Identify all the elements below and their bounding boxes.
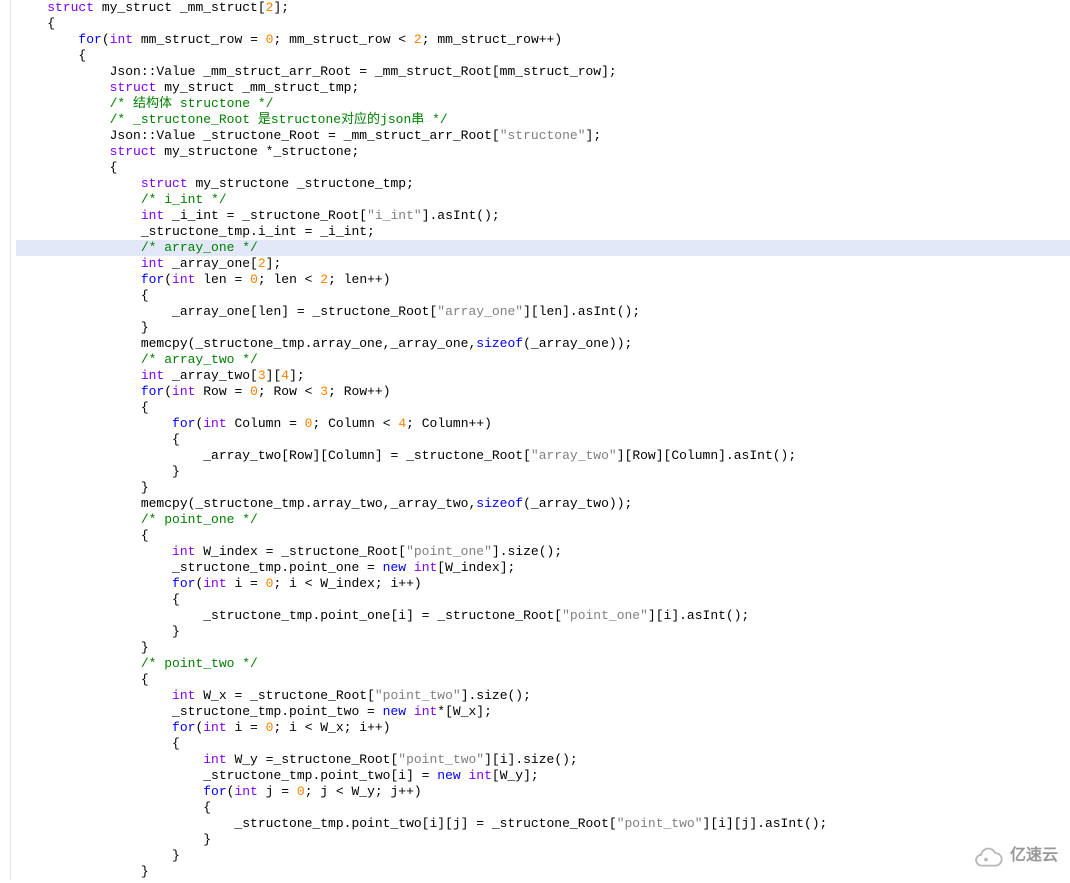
- code-line[interactable]: }: [16, 320, 1070, 336]
- code-line[interactable]: /* _structone_Root 是structone对应的json串 */: [16, 112, 1070, 128]
- code-line[interactable]: }: [16, 864, 1070, 880]
- code-line[interactable]: _structone_tmp.point_two = new int*[W_x]…: [16, 704, 1070, 720]
- code-line[interactable]: {: [16, 400, 1070, 416]
- code-line[interactable]: int W_index = _structone_Root["point_one…: [16, 544, 1070, 560]
- code-line[interactable]: }: [16, 464, 1070, 480]
- code-line[interactable]: /* array_one */: [16, 240, 1070, 256]
- code-line[interactable]: _structone_tmp.i_int = _i_int;: [16, 224, 1070, 240]
- code-line[interactable]: {: [16, 432, 1070, 448]
- code-line[interactable]: _array_one[len] = _structone_Root["array…: [16, 304, 1070, 320]
- code-editor[interactable]: struct my_struct _mm_struct[2]; { for(in…: [0, 0, 1070, 880]
- code-line[interactable]: {: [16, 592, 1070, 608]
- code-line[interactable]: _array_two[Row][Column] = _structone_Roo…: [16, 448, 1070, 464]
- cloud-icon: [968, 844, 1004, 868]
- code-line[interactable]: for(int mm_struct_row = 0; mm_struct_row…: [16, 32, 1070, 48]
- code-line[interactable]: int _array_one[2];: [16, 256, 1070, 272]
- code-line[interactable]: struct my_structone _structone_tmp;: [16, 176, 1070, 192]
- code-line[interactable]: /* point_one */: [16, 512, 1070, 528]
- code-line[interactable]: for(int Row = 0; Row < 3; Row++): [16, 384, 1070, 400]
- code-line[interactable]: memcpy(_structone_tmp.array_one,_array_o…: [16, 336, 1070, 352]
- code-line[interactable]: _structone_tmp.point_one = new int[W_ind…: [16, 560, 1070, 576]
- editor-gutter: [0, 0, 11, 880]
- code-line[interactable]: struct my_structone *_structone;: [16, 144, 1070, 160]
- code-line[interactable]: {: [16, 736, 1070, 752]
- watermark-logo: 亿速云: [968, 844, 1058, 868]
- code-line[interactable]: struct my_struct _mm_struct_tmp;: [16, 80, 1070, 96]
- code-line[interactable]: Json::Value _structone_Root = _mm_struct…: [16, 128, 1070, 144]
- code-line[interactable]: /* i_int */: [16, 192, 1070, 208]
- code-line[interactable]: {: [16, 16, 1070, 32]
- code-line[interactable]: {: [16, 160, 1070, 176]
- code-line[interactable]: int _i_int = _structone_Root["i_int"].as…: [16, 208, 1070, 224]
- code-line[interactable]: for(int j = 0; j < W_y; j++): [16, 784, 1070, 800]
- code-line[interactable]: {: [16, 528, 1070, 544]
- code-line[interactable]: _structone_tmp.point_two[i][j] = _struct…: [16, 816, 1070, 832]
- code-line[interactable]: for(int i = 0; i < W_index; i++): [16, 576, 1070, 592]
- code-line[interactable]: for(int len = 0; len < 2; len++): [16, 272, 1070, 288]
- watermark-text: 亿速云: [1010, 848, 1058, 864]
- code-line[interactable]: {: [16, 672, 1070, 688]
- code-line[interactable]: }: [16, 480, 1070, 496]
- code-line[interactable]: int W_y =_structone_Root["point_two"][i]…: [16, 752, 1070, 768]
- code-line[interactable]: /* 结构体 structone */: [16, 96, 1070, 112]
- code-line[interactable]: {: [16, 48, 1070, 64]
- code-line[interactable]: int W_x = _structone_Root["point_two"].s…: [16, 688, 1070, 704]
- code-line[interactable]: _structone_tmp.point_one[i] = _structone…: [16, 608, 1070, 624]
- code-line[interactable]: /* array_two */: [16, 352, 1070, 368]
- code-line[interactable]: int _array_two[3][4];: [16, 368, 1070, 384]
- code-line[interactable]: }: [16, 848, 1070, 864]
- code-line[interactable]: }: [16, 624, 1070, 640]
- code-line[interactable]: for(int i = 0; i < W_x; i++): [16, 720, 1070, 736]
- code-line[interactable]: }: [16, 832, 1070, 848]
- code-line[interactable]: struct my_struct _mm_struct[2];: [16, 0, 1070, 16]
- code-line[interactable]: for(int Column = 0; Column < 4; Column++…: [16, 416, 1070, 432]
- code-line[interactable]: memcpy(_structone_tmp.array_two,_array_t…: [16, 496, 1070, 512]
- code-line[interactable]: }: [16, 640, 1070, 656]
- code-line[interactable]: _structone_tmp.point_two[i] = new int[W_…: [16, 768, 1070, 784]
- code-line[interactable]: {: [16, 288, 1070, 304]
- code-line[interactable]: /* point_two */: [16, 656, 1070, 672]
- code-line[interactable]: Json::Value _mm_struct_arr_Root = _mm_st…: [16, 64, 1070, 80]
- code-line[interactable]: {: [16, 800, 1070, 816]
